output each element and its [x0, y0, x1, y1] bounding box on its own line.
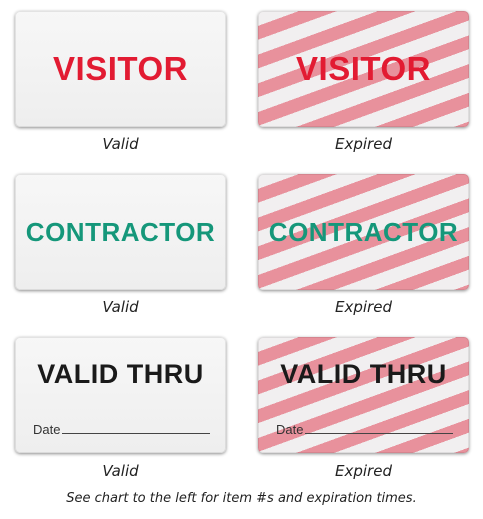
- caption-expired: Expired: [335, 298, 392, 316]
- date-line: [62, 433, 210, 434]
- badge-text: VISITOR: [53, 50, 188, 87]
- visitor-badge-expired: VISITOR: [258, 11, 469, 127]
- badge-text: VALID THRU: [37, 359, 204, 389]
- caption-valid: Valid: [102, 462, 139, 480]
- date-label: Date: [276, 422, 304, 437]
- valid-thru-badge-valid: VALID THRU Date: [15, 337, 226, 453]
- badge-text: VISITOR: [296, 50, 431, 87]
- footer-note: See chart to the left for item #s and ex…: [66, 491, 417, 506]
- valid-thru-badge-expired: VALID THRU Date: [258, 337, 469, 453]
- contractor-badge-valid: CONTRACTOR: [15, 174, 226, 290]
- badge-text: VALID THRU: [280, 359, 447, 389]
- date-field: Date: [276, 422, 453, 437]
- caption-valid: Valid: [102, 135, 139, 153]
- badge-text: CONTRACTOR: [25, 216, 216, 247]
- caption-expired: Expired: [335, 462, 392, 480]
- date-field: Date: [33, 422, 210, 437]
- date-label: Date: [33, 422, 61, 437]
- caption-valid: Valid: [102, 298, 139, 316]
- contractor-badge-expired: CONTRACTOR: [258, 174, 469, 290]
- date-line: [305, 433, 453, 434]
- badge-text: CONTRACTOR: [268, 216, 459, 247]
- caption-expired: Expired: [335, 135, 392, 153]
- visitor-badge-valid: VISITOR: [15, 11, 226, 127]
